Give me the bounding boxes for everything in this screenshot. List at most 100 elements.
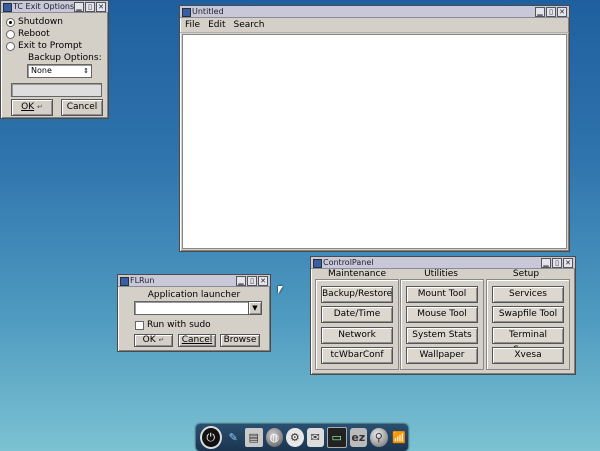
- date-time-button[interactable]: Date/Time: [321, 306, 393, 323]
- enter-icon: ↵: [158, 336, 165, 344]
- radio-label: Exit to Prompt: [18, 41, 83, 51]
- enter-icon: ↵: [37, 103, 43, 111]
- terminal-icon[interactable]: ▭: [327, 427, 347, 448]
- mount-tool-button[interactable]: Mount Tool: [406, 286, 478, 303]
- maximize-button[interactable]: ▯: [85, 2, 95, 12]
- button-label: Mouse Tool: [417, 309, 467, 319]
- editor-titlebar[interactable]: Untitled ▁ ▯ ✕: [180, 6, 569, 18]
- window-menu-icon[interactable]: [313, 259, 322, 268]
- ok-button[interactable]: OK ↵: [134, 334, 173, 347]
- button-label: Network: [338, 330, 376, 340]
- button-label: Date/Time: [333, 309, 381, 319]
- radio-dot-icon: [6, 17, 15, 27]
- backup-options-select[interactable]: None ⇕: [27, 64, 92, 78]
- command-input[interactable]: [134, 301, 249, 315]
- exit-options-titlebar[interactable]: TC Exit Options ▁ ▯ ✕: [1, 1, 108, 13]
- radio-dot-icon: [6, 41, 15, 51]
- cancel-label: Cancel: [181, 335, 213, 345]
- power-icon[interactable]: ⏻: [200, 426, 222, 449]
- sudo-label: Run with sudo: [147, 320, 211, 330]
- button-label: System Stats: [412, 330, 472, 340]
- swapfile-tool-button[interactable]: Swapfile Tool: [492, 306, 564, 323]
- button-label: Swapfile Tool: [498, 309, 558, 319]
- flrun-window: FLRun ▁ ▯ ✕ Application launcher ▼ Run w…: [117, 274, 271, 352]
- window-title: TC Exit Options: [13, 2, 75, 11]
- menu-label: Edit: [208, 20, 226, 30]
- menu-label: File: [185, 20, 201, 30]
- wbar-dock: ⏻ ✎ ▤ ◍ ⚙ ✉ ▭ ez ⚲ 📶: [196, 424, 408, 451]
- menu-search[interactable]: Search: [234, 18, 265, 32]
- settings-icon[interactable]: ⚙: [286, 428, 304, 447]
- editor-text-area[interactable]: [182, 34, 567, 249]
- radio-exit-to-prompt[interactable]: Exit to Prompt: [6, 41, 82, 51]
- search-icon[interactable]: ⚲: [370, 428, 388, 447]
- globe-icon[interactable]: ◍: [265, 428, 283, 447]
- terminal-server-button[interactable]: Terminal Server: [492, 327, 564, 355]
- menu-file[interactable]: File: [185, 18, 200, 32]
- browse-label: Browse: [223, 335, 257, 345]
- window-menu-icon[interactable]: [3, 3, 12, 12]
- updown-icon: ⇕: [83, 67, 89, 75]
- wifi-icon[interactable]: 📶: [391, 428, 409, 447]
- mouse-tool-button[interactable]: Mouse Tool: [406, 306, 478, 323]
- browse-button[interactable]: Browse: [220, 334, 260, 347]
- maximize-button[interactable]: ▯: [247, 276, 257, 286]
- button-label: Services: [509, 289, 547, 299]
- system-stats-button[interactable]: System Stats: [406, 327, 478, 344]
- close-button[interactable]: ✕: [563, 258, 573, 268]
- ez-icon[interactable]: ez: [349, 428, 367, 447]
- maximize-button[interactable]: ▯: [552, 258, 562, 268]
- mail-icon[interactable]: ✉: [306, 428, 324, 447]
- window-menu-icon[interactable]: [120, 277, 129, 286]
- radio-dot-icon: [6, 29, 15, 39]
- checkbox-icon: [135, 320, 144, 330]
- cancel-button[interactable]: Cancel: [61, 99, 103, 116]
- control-panel-titlebar[interactable]: ControlPanel ▁ ▯ ✕: [311, 257, 575, 269]
- sudo-checkbox[interactable]: Run with sudo: [135, 320, 211, 330]
- menu-edit[interactable]: Edit: [208, 18, 225, 32]
- dropdown-chevron-icon[interactable]: ▼: [248, 301, 262, 315]
- xvesa-button[interactable]: Xvesa: [492, 347, 564, 364]
- cancel-label: Cancel: [66, 102, 98, 112]
- close-button[interactable]: ✕: [96, 2, 106, 12]
- window-title: Untitled: [192, 7, 224, 16]
- services-button[interactable]: Services: [492, 286, 564, 303]
- tcwbarconf-button[interactable]: tcWbarConf: [321, 347, 393, 364]
- menu-bar: File Edit Search: [180, 18, 569, 33]
- close-button[interactable]: ✕: [258, 276, 268, 286]
- radio-reboot[interactable]: Reboot: [6, 29, 50, 39]
- mouse-cursor-icon: [278, 286, 283, 294]
- backup-select-value: None: [31, 66, 52, 75]
- network-button[interactable]: Network: [321, 327, 393, 344]
- ok-button[interactable]: OK ↵: [11, 99, 53, 116]
- editor-window: Untitled ▁ ▯ ✕ File Edit Search: [179, 5, 570, 252]
- maximize-button[interactable]: ▯: [546, 7, 556, 17]
- pen-icon[interactable]: ✎: [225, 428, 243, 447]
- exit-options-window: TC Exit Options ▁ ▯ ✕ Shutdown Reboot Ex…: [0, 0, 109, 119]
- column-header-maintenance: Maintenance: [328, 269, 386, 279]
- backup-options-label: Backup Options:: [28, 53, 102, 63]
- window-menu-icon[interactable]: [182, 8, 191, 17]
- minimize-button[interactable]: ▁: [535, 7, 545, 17]
- flrun-titlebar[interactable]: FLRun ▁ ▯ ✕: [118, 275, 270, 287]
- ok-label: OK: [142, 335, 156, 345]
- button-label: Xvesa: [514, 350, 542, 360]
- cancel-button[interactable]: Cancel: [178, 334, 216, 347]
- wallpaper-button[interactable]: Wallpaper: [406, 347, 478, 364]
- button-label: Mount Tool: [417, 289, 467, 299]
- backup-restore-button[interactable]: Backup/Restore: [321, 286, 393, 303]
- window-title: ControlPanel: [323, 258, 374, 267]
- minimize-button[interactable]: ▁: [74, 2, 84, 12]
- button-label: Backup/Restore: [322, 289, 393, 299]
- desktop: { "exit_dialog": { "title": "TC Exit Opt…: [0, 0, 600, 451]
- radio-shutdown[interactable]: Shutdown: [6, 17, 63, 27]
- column-header-setup: Setup: [512, 269, 540, 279]
- close-button[interactable]: ✕: [557, 7, 567, 17]
- minimize-button[interactable]: ▁: [541, 258, 551, 268]
- launcher-heading: Application launcher: [147, 290, 241, 300]
- editor-icon[interactable]: ▤: [245, 428, 263, 447]
- column-header-utilities: Utilities: [424, 269, 458, 279]
- minimize-button[interactable]: ▁: [236, 276, 246, 286]
- radio-label: Reboot: [18, 29, 50, 39]
- button-label: Wallpaper: [419, 350, 465, 360]
